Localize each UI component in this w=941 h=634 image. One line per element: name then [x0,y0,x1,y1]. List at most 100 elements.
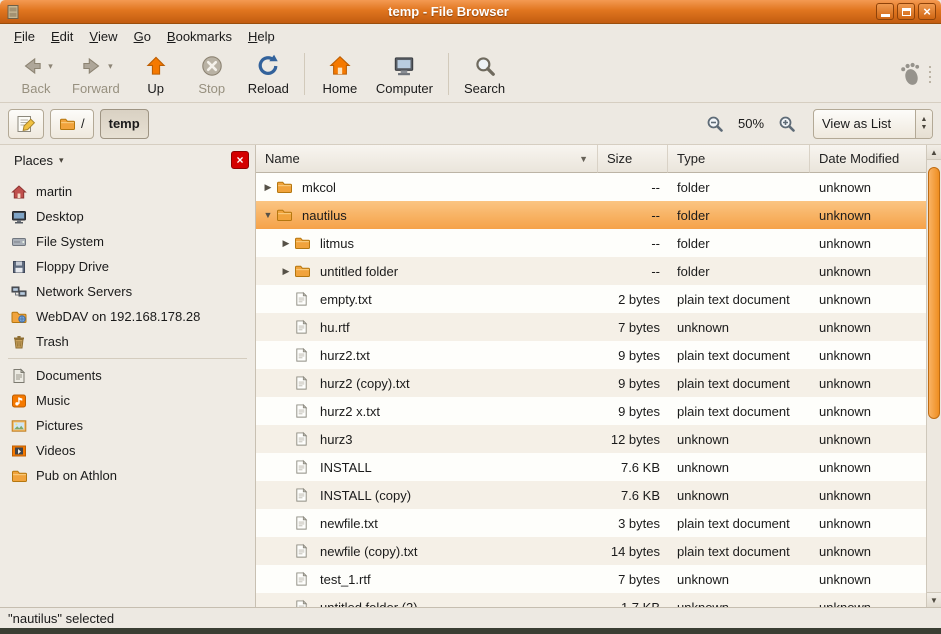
scrollbar-thumb[interactable] [928,167,940,419]
menu-help[interactable]: Help [240,24,283,48]
file-row-untitled-folder[interactable]: ▶ untitled folder -- folder unknown [256,257,926,285]
file-row-mkcol[interactable]: ▶ mkcol -- folder unknown [256,173,926,201]
search-button[interactable]: ▾ Search [456,51,513,98]
sidebar-item-file-system[interactable]: File System [0,229,255,254]
sidebar-item-network-servers[interactable]: Network Servers [0,279,255,304]
zoom-out-icon[interactable] [703,112,727,136]
back-button[interactable]: ▾ Back [8,51,64,98]
size-cell: 12 bytes [598,432,668,447]
type-cell: folder [668,236,810,251]
name-cell: hurz2 x.txt [256,397,598,425]
path-root-button[interactable]: / [50,109,94,139]
places-sidebar: Places ▾ × martin Desktop File System Fl… [0,145,256,607]
menu-edit[interactable]: Edit [43,24,81,48]
sidebar-item-videos[interactable]: Videos [0,438,255,463]
path-current-button[interactable]: temp [100,109,149,139]
file-row-newfile-copy-txt[interactable]: newfile (copy).txt 14 bytes plain text d… [256,537,926,565]
sidebar-item-floppy-drive[interactable]: Floppy Drive [0,254,255,279]
file-row-newfile-txt[interactable]: newfile.txt 3 bytes plain text document … [256,509,926,537]
expander-icon[interactable]: ▶ [278,266,294,277]
file-row-hurz2-copy-txt[interactable]: hurz2 (copy).txt 9 bytes plain text docu… [256,369,926,397]
file-row-empty-txt[interactable]: empty.txt 2 bytes plain text document un… [256,285,926,313]
sidebar-item-desktop[interactable]: Desktop [0,204,255,229]
up-button[interactable]: ▾ Up [128,51,184,98]
scroll-up-icon[interactable]: ▲ [927,145,941,160]
view-mode-stepper-icon[interactable]: ▲▼ [915,110,932,138]
dropdown-arrow-icon[interactable]: ▾ [48,61,53,72]
scroll-down-icon[interactable]: ▼ [927,592,941,607]
date-cell: unknown [810,516,926,531]
date-cell: unknown [810,432,926,447]
toolbar-button-label: Forward [72,81,120,96]
name-cell: untitled folder (2) [256,593,598,607]
file-row-hurz3[interactable]: hurz3 12 bytes unknown unknown [256,425,926,453]
column-header-name[interactable]: Name ▼ [256,145,598,173]
sidebar-item-label: Network Servers [36,284,132,299]
file-row-hurz2-txt[interactable]: hurz2.txt 9 bytes plain text document un… [256,341,926,369]
sidebar-item-label: WebDAV on 192.168.178.28 [36,309,200,324]
stop-button[interactable]: ▾ Stop [184,51,240,98]
column-header-date-modified[interactable]: Date Modified ▼ [810,145,926,173]
forward-button[interactable]: ▾ Forward [64,51,128,98]
date-cell: unknown [810,572,926,587]
sidebar-close-button[interactable]: × [231,151,249,169]
sidebar-item-documents[interactable]: Documents [0,363,255,388]
file-icon [294,487,313,503]
file-row-install[interactable]: INSTALL 7.6 KB unknown unknown [256,453,926,481]
menu-go[interactable]: Go [126,24,159,48]
expander-icon[interactable]: ▼ [260,210,276,220]
type-cell: plain text document [668,376,810,391]
size-cell: -- [598,236,668,251]
network-icon [11,284,28,300]
edit-location-button[interactable] [8,109,44,139]
toolbar-grip-handle[interactable] [929,66,931,83]
reload-button[interactable]: ▾ Reload [240,51,297,98]
documents-icon [11,368,28,384]
file-row-test-1-rtf[interactable]: test_1.rtf 7 bytes unknown unknown [256,565,926,593]
menu-file[interactable]: File [6,24,43,48]
size-cell: 7 bytes [598,320,668,335]
sidebar-item-webdav-on-192-168-178-28[interactable]: WebDAV on 192.168.178.28 [0,304,255,329]
videos-icon [11,443,28,459]
computer-button[interactable]: ▾ Computer [368,51,441,98]
dropdown-arrow-icon[interactable]: ▾ [108,61,113,72]
sidebar-item-label: Desktop [36,209,84,224]
vertical-scrollbar[interactable]: ▲ ▼ [926,145,941,607]
sidebar-item-martin[interactable]: martin [0,179,255,204]
size-cell: 1.7 KB [598,600,668,608]
file-icon [294,431,313,447]
expander-icon[interactable]: ▶ [278,238,294,249]
close-button[interactable]: × [918,3,936,20]
minimize-button[interactable] [876,3,894,20]
maximize-button[interactable] [897,3,915,20]
file-row-hurz2-x-txt[interactable]: hurz2 x.txt 9 bytes plain text document … [256,397,926,425]
floppy-icon [11,259,28,275]
sidebar-item-pub-on-athlon[interactable]: Pub on Athlon [0,463,255,488]
sidebar-item-music[interactable]: Music [0,388,255,413]
menu-view[interactable]: View [81,24,125,48]
file-row-hu-rtf[interactable]: hu.rtf 7 bytes unknown unknown [256,313,926,341]
folder-icon [276,179,295,195]
sidebar-item-trash[interactable]: Trash [0,329,255,354]
menu-bookmarks[interactable]: Bookmarks [159,24,240,48]
file-row-untitled-folder-2-[interactable]: untitled folder (2) 1.7 KB unknown unkno… [256,593,926,607]
toolbar-buttons: ▾ Back ▾ Forward ▾ Up ▾ Stop ▾ Reload ▾ … [8,51,898,98]
type-cell: folder [668,208,810,223]
bottom-edge [0,628,941,634]
file-row-litmus[interactable]: ▶ litmus -- folder unknown [256,229,926,257]
name-cell: hurz3 [256,425,598,453]
home-button[interactable]: ▾ Home [312,51,368,98]
column-header-size[interactable]: Size ▼ [598,145,668,173]
expander-icon[interactable]: ▶ [260,182,276,193]
zoom-in-icon[interactable] [775,112,799,136]
column-header-type[interactable]: Type ▼ [668,145,810,173]
file-row-nautilus[interactable]: ▼ nautilus -- folder unknown [256,201,926,229]
view-mode-select[interactable]: View as List ▲▼ [813,109,933,139]
titlebar[interactable]: temp - File Browser × [0,0,941,24]
places-dropdown[interactable]: Places ▾ [6,150,72,171]
sidebar-item-label: Pictures [36,418,83,433]
type-cell: unknown [668,460,810,475]
file-row-install-copy-[interactable]: INSTALL (copy) 7.6 KB unknown unknown [256,481,926,509]
zoom-controls: 50% View as List ▲▼ [703,109,933,139]
sidebar-item-pictures[interactable]: Pictures [0,413,255,438]
